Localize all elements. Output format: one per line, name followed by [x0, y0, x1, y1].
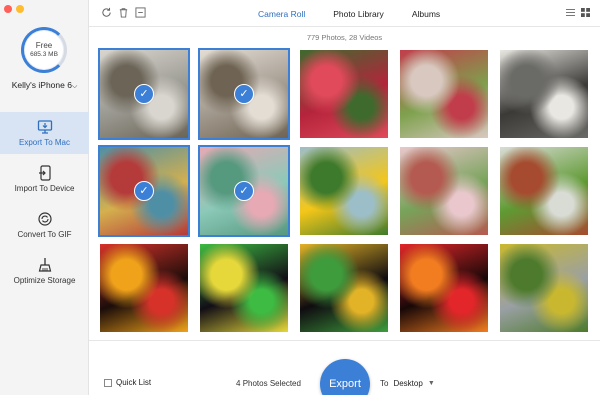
refresh-icon[interactable] — [101, 7, 112, 18]
bottom-action-bar: Quick List 4 Photos Selected Export To D… — [89, 340, 600, 395]
destination-value: Desktop — [393, 379, 423, 388]
sidebar-item-export-to-mac[interactable]: Export To Mac — [0, 112, 89, 154]
sidebar-item-label: Import To Device — [14, 184, 75, 193]
photo-thumbnail[interactable]: ✓ — [98, 48, 190, 140]
checkmark-icon: ✓ — [234, 84, 254, 104]
photo-thumbnail[interactable]: ✓ — [98, 145, 190, 237]
device-selector[interactable]: Kelly's iPhone 6⌵ — [0, 80, 89, 91]
sidebar-item-optimize-storage[interactable]: Optimize Storage — [0, 250, 89, 292]
view-toggle — [566, 8, 590, 17]
sidebar-item-label: Convert To GIF — [17, 230, 72, 239]
photo-thumbnail[interactable] — [400, 50, 488, 138]
tab-albums[interactable]: Albums — [412, 9, 440, 19]
photo-thumbnail[interactable] — [200, 244, 288, 332]
photo-thumbnail[interactable] — [300, 147, 388, 235]
convert-icon — [37, 212, 52, 226]
checkmark-icon: ✓ — [134, 181, 154, 201]
minimize-window-button[interactable] — [16, 5, 24, 13]
trash-icon[interactable] — [118, 7, 129, 18]
storage-indicator: Free 685.3 MB — [21, 27, 67, 73]
minus-icon[interactable] — [135, 7, 146, 18]
storage-value: 685.3 MB — [30, 51, 58, 58]
quick-list-label: Quick List — [116, 378, 152, 387]
device-name: Kelly's iPhone 6 — [11, 80, 72, 90]
list-view-icon[interactable] — [566, 8, 575, 17]
export-button[interactable]: Export — [320, 359, 370, 395]
to-label: To — [380, 379, 389, 388]
phone-import-icon — [38, 165, 51, 181]
selected-count: 4 — [236, 379, 241, 388]
photo-thumbnail[interactable] — [500, 50, 588, 138]
storage-label: Free — [35, 41, 53, 50]
photo-thumbnail[interactable] — [300, 244, 388, 332]
sidebar-item-label: Export To Mac — [19, 138, 70, 147]
sidebar-item-convert-to-gif[interactable]: Convert To GIF — [0, 204, 89, 246]
tab-camera-roll[interactable]: Camera Roll — [258, 9, 305, 19]
selected-text: Photos Selected — [242, 379, 301, 388]
checkmark-icon: ✓ — [234, 181, 254, 201]
photo-thumbnail[interactable] — [400, 244, 488, 332]
sidebar-item-import-to-device[interactable]: Import To Device — [0, 158, 89, 200]
photo-thumbnail[interactable]: ✓ — [198, 145, 290, 237]
sidebar-item-label: Optimize Storage — [13, 276, 76, 285]
toolbar-actions — [101, 7, 146, 18]
top-toolbar: Camera Roll Photo Library Albums — [89, 0, 600, 27]
source-tabs: Camera Roll Photo Library Albums — [258, 9, 440, 19]
chevron-down-icon: ⌵ — [71, 83, 78, 90]
photo-thumbnail[interactable] — [300, 50, 388, 138]
library-summary: 779 Photos, 28 Videos — [306, 33, 383, 42]
checkmark-icon: ✓ — [134, 84, 154, 104]
close-window-button[interactable] — [4, 5, 12, 13]
tab-photo-library[interactable]: Photo Library — [333, 9, 384, 19]
grid-view-icon[interactable] — [581, 8, 590, 17]
photo-thumbnail[interactable] — [400, 147, 488, 235]
quick-list-checkbox[interactable] — [104, 378, 112, 387]
monitor-icon — [37, 120, 52, 134]
chevron-down-icon: ▼ — [427, 380, 435, 387]
photo-thumbnail[interactable] — [500, 244, 588, 332]
selection-status: 4 Photos Selected — [236, 379, 301, 388]
sidebar: Free 685.3 MB Kelly's iPhone 6⌵ Export T… — [0, 0, 89, 395]
quick-list-toggle[interactable]: Quick List — [104, 378, 151, 387]
photo-thumbnail[interactable] — [100, 244, 188, 332]
broom-icon — [38, 258, 51, 272]
window-controls — [4, 5, 24, 13]
photo-thumbnail[interactable]: ✓ — [198, 48, 290, 140]
photo-thumbnail[interactable] — [500, 147, 588, 235]
destination-selector[interactable]: To Desktop ▼ — [380, 379, 435, 388]
